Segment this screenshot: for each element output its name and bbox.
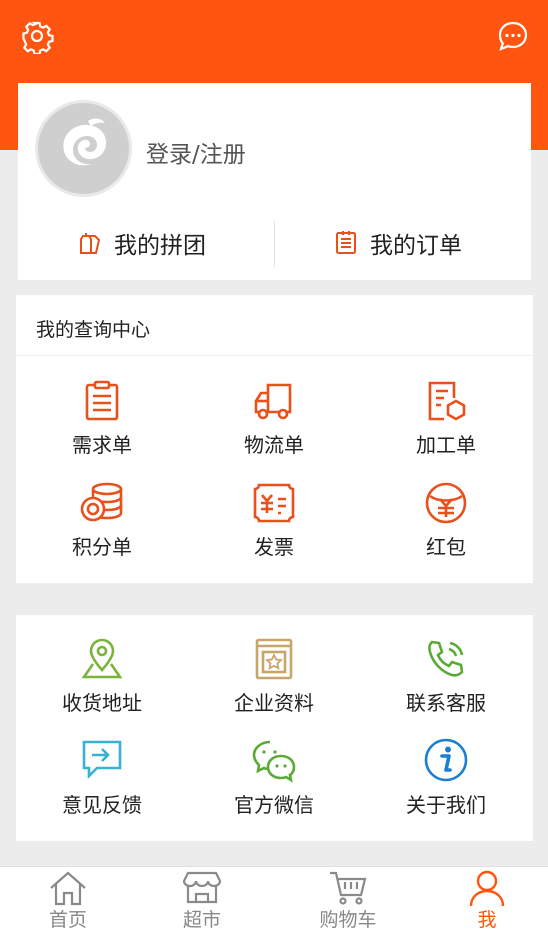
tab-supermarket[interactable]: 超市 bbox=[152, 869, 252, 932]
my-orders-button[interactable]: 我的订单 bbox=[334, 223, 462, 263]
grid-item-logistics[interactable]: 物流单 bbox=[188, 379, 360, 458]
group-buy-label: 我的拼团 bbox=[114, 233, 206, 259]
grid-label: 收货地址 bbox=[62, 691, 142, 715]
avatar[interactable] bbox=[35, 100, 132, 197]
tab-me[interactable]: 我 bbox=[437, 869, 537, 932]
grid-label: 红包 bbox=[426, 535, 466, 559]
group-buy-icon bbox=[80, 233, 101, 254]
grid-label: 物流单 bbox=[244, 433, 304, 457]
divider bbox=[16, 355, 533, 356]
grid-label: 企业资料 bbox=[234, 691, 314, 715]
login-register-link[interactable]: 登录/注册 bbox=[146, 135, 246, 169]
grid-label: 需求单 bbox=[72, 433, 132, 457]
invoice-icon bbox=[253, 483, 295, 523]
grid-item-red-packet[interactable]: 红包 bbox=[360, 481, 532, 560]
chat-bubble-icon[interactable] bbox=[495, 18, 531, 54]
grid-label: 官方微信 bbox=[234, 793, 314, 817]
gear-icon[interactable] bbox=[19, 18, 55, 56]
grid-item-feedback[interactable]: 意见反馈 bbox=[16, 737, 188, 818]
tab-label: 超市 bbox=[182, 909, 221, 931]
person-icon bbox=[469, 870, 505, 907]
orders-label: 我的订单 bbox=[370, 233, 462, 259]
services-card: 收货地址 企业资料 联系客服 意见反馈 官方微信 关于我们 bbox=[16, 615, 533, 841]
grid-label: 积分单 bbox=[72, 535, 132, 559]
document-hexagon-icon bbox=[428, 381, 466, 421]
tab-label: 我 bbox=[477, 909, 497, 931]
query-center-card: 我的查询中心 需求单 物流单 加工单 积分单 发票 红包 bbox=[16, 295, 533, 583]
tab-home[interactable]: 首页 bbox=[18, 869, 118, 932]
store-icon bbox=[182, 871, 222, 904]
company-book-icon bbox=[255, 638, 293, 680]
grid-item-invoice[interactable]: 发票 bbox=[188, 481, 360, 560]
divider bbox=[274, 221, 275, 267]
tab-label: 首页 bbox=[48, 909, 87, 931]
clipboard-icon bbox=[85, 380, 119, 421]
grid-item-address[interactable]: 收货地址 bbox=[16, 637, 188, 716]
map-pin-icon bbox=[81, 638, 123, 679]
grid-item-customer-service[interactable]: 联系客服 bbox=[360, 637, 532, 716]
wechat-icon bbox=[252, 740, 296, 783]
coins-icon bbox=[80, 482, 123, 522]
grid-label: 意见反馈 bbox=[62, 793, 142, 817]
grid-item-company-profile[interactable]: 企业资料 bbox=[188, 637, 360, 716]
red-packet-icon bbox=[425, 482, 467, 524]
grid-item-demand[interactable]: 需求单 bbox=[16, 379, 188, 458]
query-center-title: 我的查询中心 bbox=[36, 319, 151, 341]
grid-label: 联系客服 bbox=[406, 691, 486, 715]
my-group-buy-button[interactable]: 我的拼团 bbox=[78, 223, 206, 263]
truck-icon bbox=[254, 383, 292, 420]
tab-label: 购物车 bbox=[319, 909, 377, 931]
home-icon bbox=[50, 871, 86, 906]
tab-cart[interactable]: 购物车 bbox=[298, 869, 398, 932]
bottom-tab-bar: 首页 超市 购物车 我 bbox=[0, 866, 548, 941]
grid-label: 关于我们 bbox=[406, 793, 486, 817]
phone-icon bbox=[428, 640, 464, 677]
grid-item-points[interactable]: 积分单 bbox=[16, 481, 188, 560]
grid-label: 加工单 bbox=[416, 433, 476, 457]
info-icon bbox=[424, 738, 468, 782]
grid-item-processing[interactable]: 加工单 bbox=[360, 379, 532, 458]
order-list-icon bbox=[336, 231, 356, 254]
profile-card: 登录/注册 我的拼团 我的订单 bbox=[18, 83, 531, 280]
grid-item-about-us[interactable]: 关于我们 bbox=[360, 737, 532, 818]
cart-icon bbox=[330, 871, 367, 905]
feedback-icon bbox=[82, 740, 122, 780]
grid-label: 发票 bbox=[254, 535, 294, 559]
grid-item-wechat[interactable]: 官方微信 bbox=[188, 737, 360, 818]
